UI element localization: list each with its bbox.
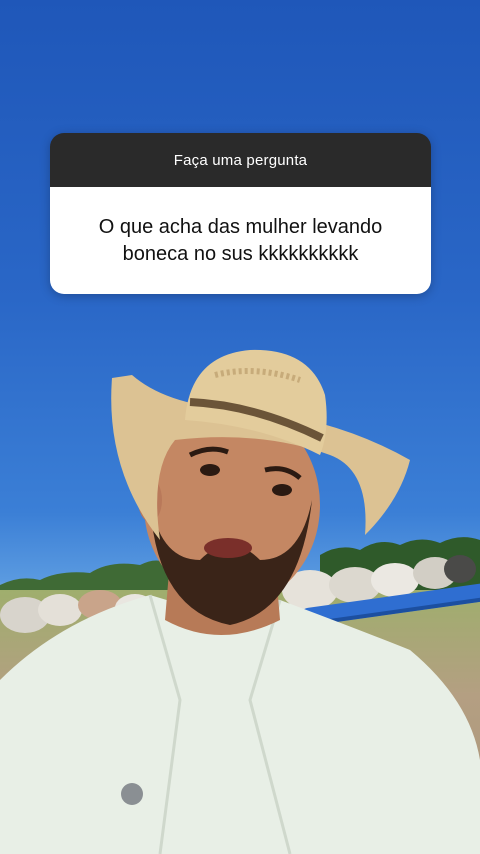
question-sticker: Faça uma pergunta O que acha das mulher …	[50, 133, 431, 294]
shirt-button	[121, 783, 143, 805]
question-sticker-header: Faça uma pergunta	[50, 133, 431, 187]
video-scene: Faça uma pergunta O que acha das mulher …	[0, 0, 480, 854]
person-selfie	[0, 349, 480, 854]
question-sticker-text: O que acha das mulher levando boneca no …	[50, 187, 431, 294]
